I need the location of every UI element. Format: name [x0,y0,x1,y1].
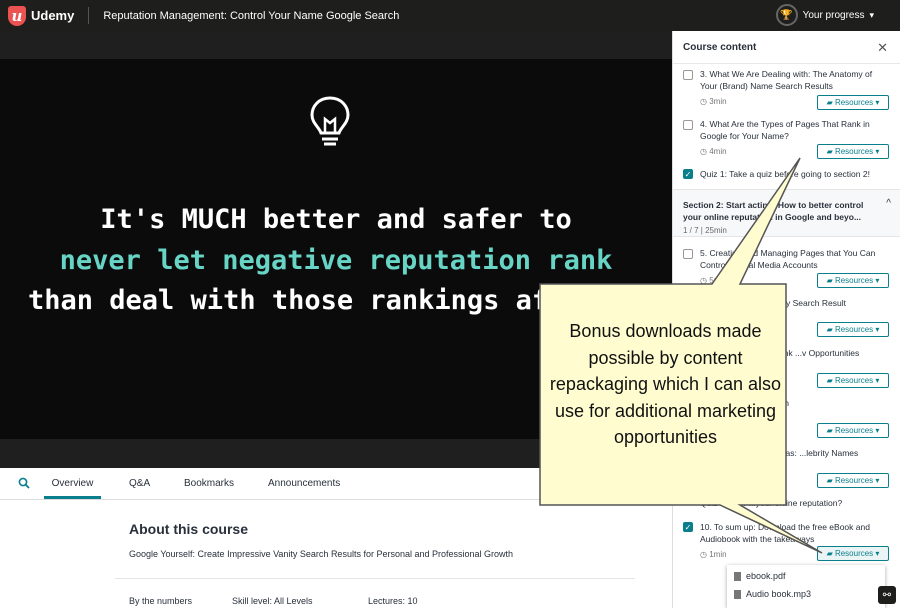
callout-text: Bonus downloads made possible by content… [549,321,782,447]
callout-annotation [539,157,823,554]
